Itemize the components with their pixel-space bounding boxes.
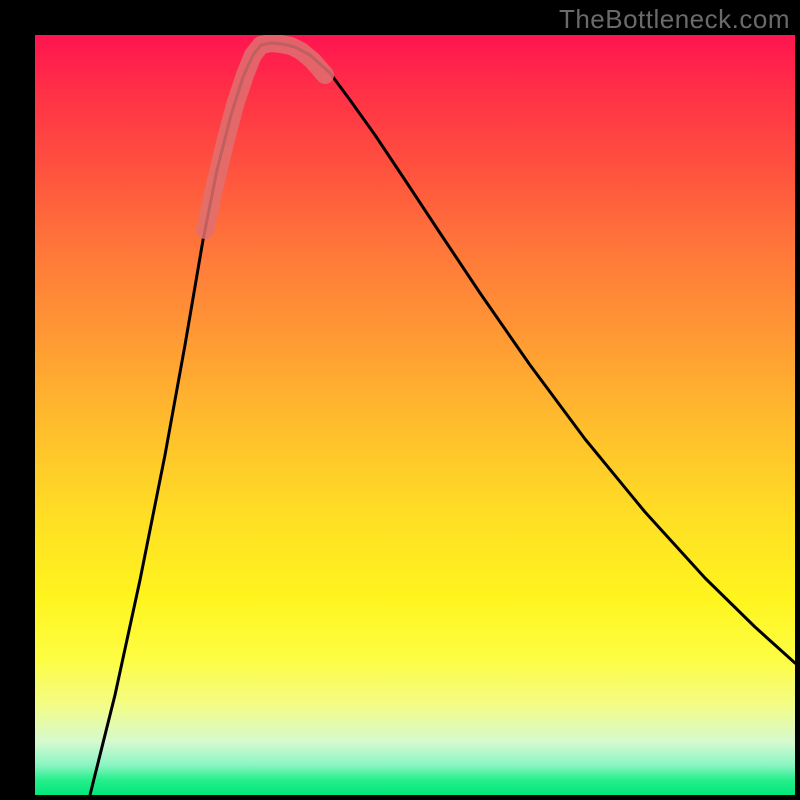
watermark-text: TheBottleneck.com [559,4,790,35]
chart-svg [35,35,795,795]
chart-frame: TheBottleneck.com [0,0,800,800]
bottleneck-curve [90,43,795,795]
bottom-overlay [205,43,325,230]
